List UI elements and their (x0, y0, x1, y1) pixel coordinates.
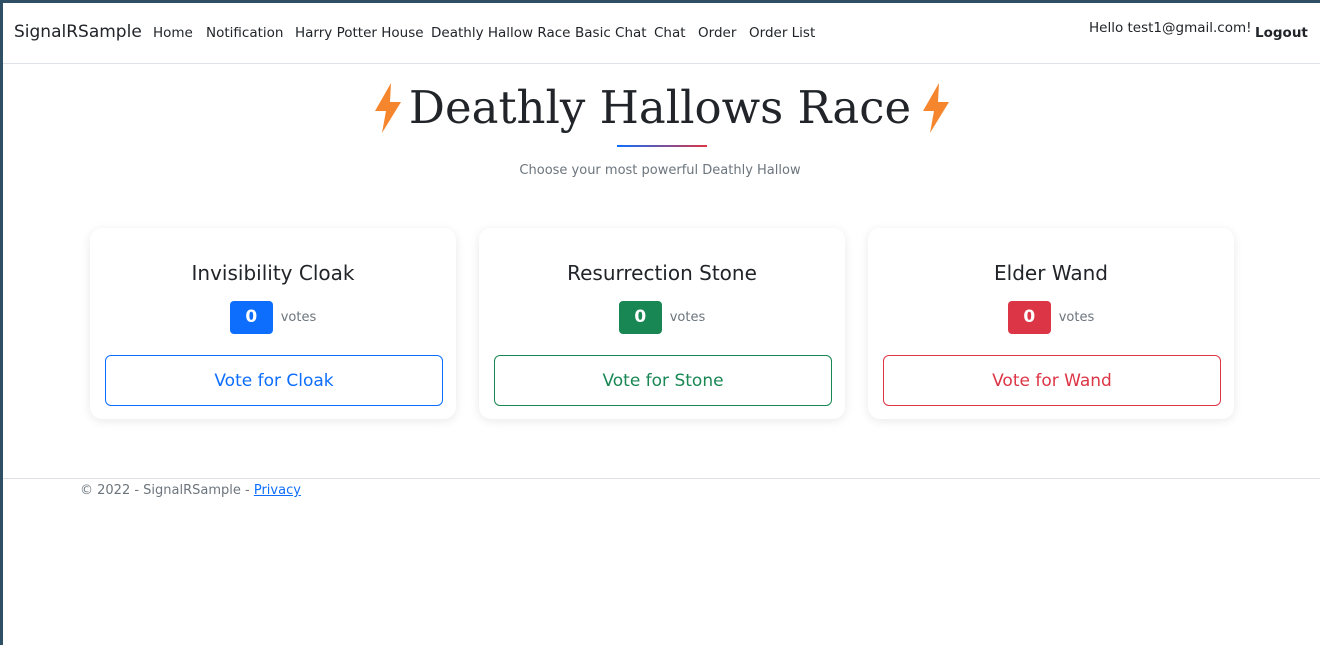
lightning-bolt-icon (923, 83, 949, 133)
vote-count-row: 0 votes (90, 301, 456, 334)
nav-harry-potter-house[interactable]: Harry Potter House (295, 25, 424, 41)
vote-stone-button[interactable]: Vote for Stone (494, 355, 832, 406)
navbar: SignalRSample Home Notification Harry Po… (3, 3, 1320, 64)
logout-button[interactable]: Logout (1255, 25, 1308, 41)
vote-wand-button[interactable]: Vote for Wand (883, 355, 1221, 406)
vote-count-badge: 0 (1007, 301, 1051, 334)
nav-order[interactable]: Order (698, 25, 736, 41)
vote-count-badge: 0 (618, 301, 662, 334)
vote-cloak-button[interactable]: Vote for Cloak (105, 355, 443, 406)
nav-deathly-hallow-race[interactable]: Deathly Hallow Race (431, 25, 570, 41)
votes-label: votes (669, 310, 706, 325)
privacy-link[interactable]: Privacy (254, 483, 301, 498)
page-title: Deathly Hallows Race (408, 81, 912, 134)
nav-home[interactable]: Home (153, 25, 193, 41)
card-invisibility-cloak: Invisibility Cloak 0 votes Vote for Cloak (90, 228, 456, 419)
footer: © 2022 - SignalRSample - Privacy (80, 483, 301, 498)
vote-count-row: 0 votes (479, 301, 845, 334)
nav-basic-chat[interactable]: Basic Chat (575, 25, 647, 41)
vote-count-badge: 0 (229, 301, 273, 334)
title-underline (617, 145, 707, 147)
card-title: Elder Wand (994, 261, 1108, 285)
votes-label: votes (1058, 310, 1095, 325)
card-elder-wand: Elder Wand 0 votes Vote for Wand (868, 228, 1234, 419)
card-resurrection-stone: Resurrection Stone 0 votes Vote for Stone (479, 228, 845, 419)
brand-link[interactable]: SignalRSample (14, 22, 142, 42)
votes-label: votes (280, 310, 317, 325)
nav-order-list[interactable]: Order List (749, 25, 815, 41)
footer-divider (3, 478, 1320, 479)
page-subtitle: Choose your most powerful Deathly Hallow (519, 163, 801, 178)
nav-chat[interactable]: Chat (654, 25, 686, 41)
user-greeting[interactable]: Hello test1@gmail.com! (1089, 20, 1252, 36)
card-title: Resurrection Stone (567, 261, 757, 285)
card-title: Invisibility Cloak (191, 261, 355, 285)
nav-notification[interactable]: Notification (206, 25, 283, 41)
footer-copyright: © 2022 - SignalRSample - (80, 483, 254, 498)
vote-count-row: 0 votes (868, 301, 1234, 334)
